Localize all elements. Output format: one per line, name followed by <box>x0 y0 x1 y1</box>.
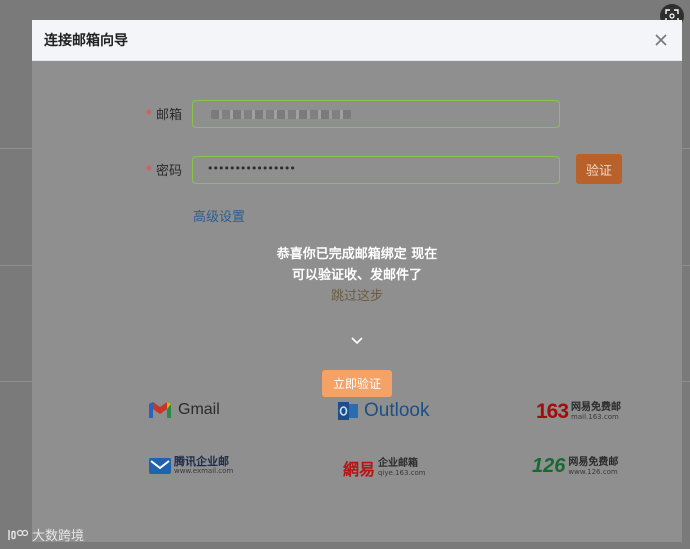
gmail-logo <box>149 402 171 418</box>
provider-tencent-exmail[interactable]: 腾讯企业邮 www.exmail.com <box>149 456 233 475</box>
tencent-logo <box>149 457 171 474</box>
background-divider <box>0 148 32 149</box>
outlook-logo <box>338 402 358 420</box>
netease-logo-cn: 企业邮箱 <box>378 458 419 469</box>
background-divider <box>0 381 32 382</box>
provider-163[interactable]: 163 网易免费邮 mail.163.com <box>536 400 621 424</box>
watermark-logo <box>8 529 28 540</box>
watermark-text: 大数跨境 <box>32 529 85 544</box>
163-logo-text: 网易免费邮 mail.163.com <box>571 403 621 421</box>
provider-gmail[interactable]: Gmail <box>148 401 220 419</box>
email-field[interactable] <box>192 100 560 128</box>
dialog-title: 连接邮箱向导 <box>44 33 128 49</box>
tencent-logo-en: www.exmail.com <box>174 467 234 475</box>
dialog-header: 连接邮箱向导 <box>32 20 682 61</box>
advanced-settings-link[interactable]: 高级设置 <box>193 206 245 225</box>
netease-logo-en: qiye.163.com <box>378 469 426 477</box>
start-verify-button[interactable]: 立即验证 <box>322 370 392 397</box>
126-logo-en: www.126.com <box>568 467 618 476</box>
success-message-line1: 恭喜你已完成邮箱绑定 现在 <box>276 247 438 262</box>
outlook-label: Outlook <box>364 400 430 421</box>
163-logo-cn: 网易免费邮 <box>571 402 622 413</box>
provider-126[interactable]: 126 网易免费邮 www.126.com <box>532 455 618 478</box>
background-divider <box>0 265 32 266</box>
email-value-redacted <box>211 110 351 119</box>
password-label: * 密码 <box>145 164 182 179</box>
126-logo-text: 网易免费邮 www.126.com <box>568 456 619 476</box>
chevron-down-icon <box>351 337 363 345</box>
email-label: * 邮箱 <box>145 108 182 123</box>
netease-logo-text: 企业邮箱 qiye.163.com <box>378 459 426 477</box>
background-divider <box>682 148 690 149</box>
163-logo-en: mail.163.com <box>571 413 619 421</box>
background-divider <box>682 265 690 266</box>
provider-outlook[interactable]: Outlook <box>337 400 429 422</box>
verify-button[interactable]: 验证 <box>576 154 622 184</box>
connect-mailbox-dialog: 连接邮箱向导 * 邮箱 * 密码 •••••••••••••••• 验证 高级设置 … <box>32 20 682 542</box>
tencent-logo-text: 腾讯企业邮 www.exmail.com <box>174 456 233 475</box>
provider-netease-enterprise[interactable]: 網易 企业邮箱 qiye.163.com <box>343 456 426 480</box>
close-icon[interactable] <box>653 32 669 48</box>
gmail-label: Gmail <box>178 401 220 418</box>
watermark: 大数跨境 <box>6 525 84 544</box>
netease-logo-mark: 網易 <box>343 460 376 479</box>
success-message-line2: 可以验证收、发邮件了 <box>291 268 422 283</box>
126-logo-cn: 网易免费邮 <box>568 456 619 468</box>
background-divider <box>682 381 690 382</box>
password-value: •••••••••••••••• <box>207 162 296 175</box>
tencent-logo-cn: 腾讯企业邮 <box>174 455 229 468</box>
password-field[interactable]: •••••••••••••••• <box>192 156 560 184</box>
163-logo-number: 163 <box>536 400 569 423</box>
126-logo-number: 126 <box>532 455 566 477</box>
skip-step-link[interactable]: 跳过这步 <box>32 285 682 304</box>
